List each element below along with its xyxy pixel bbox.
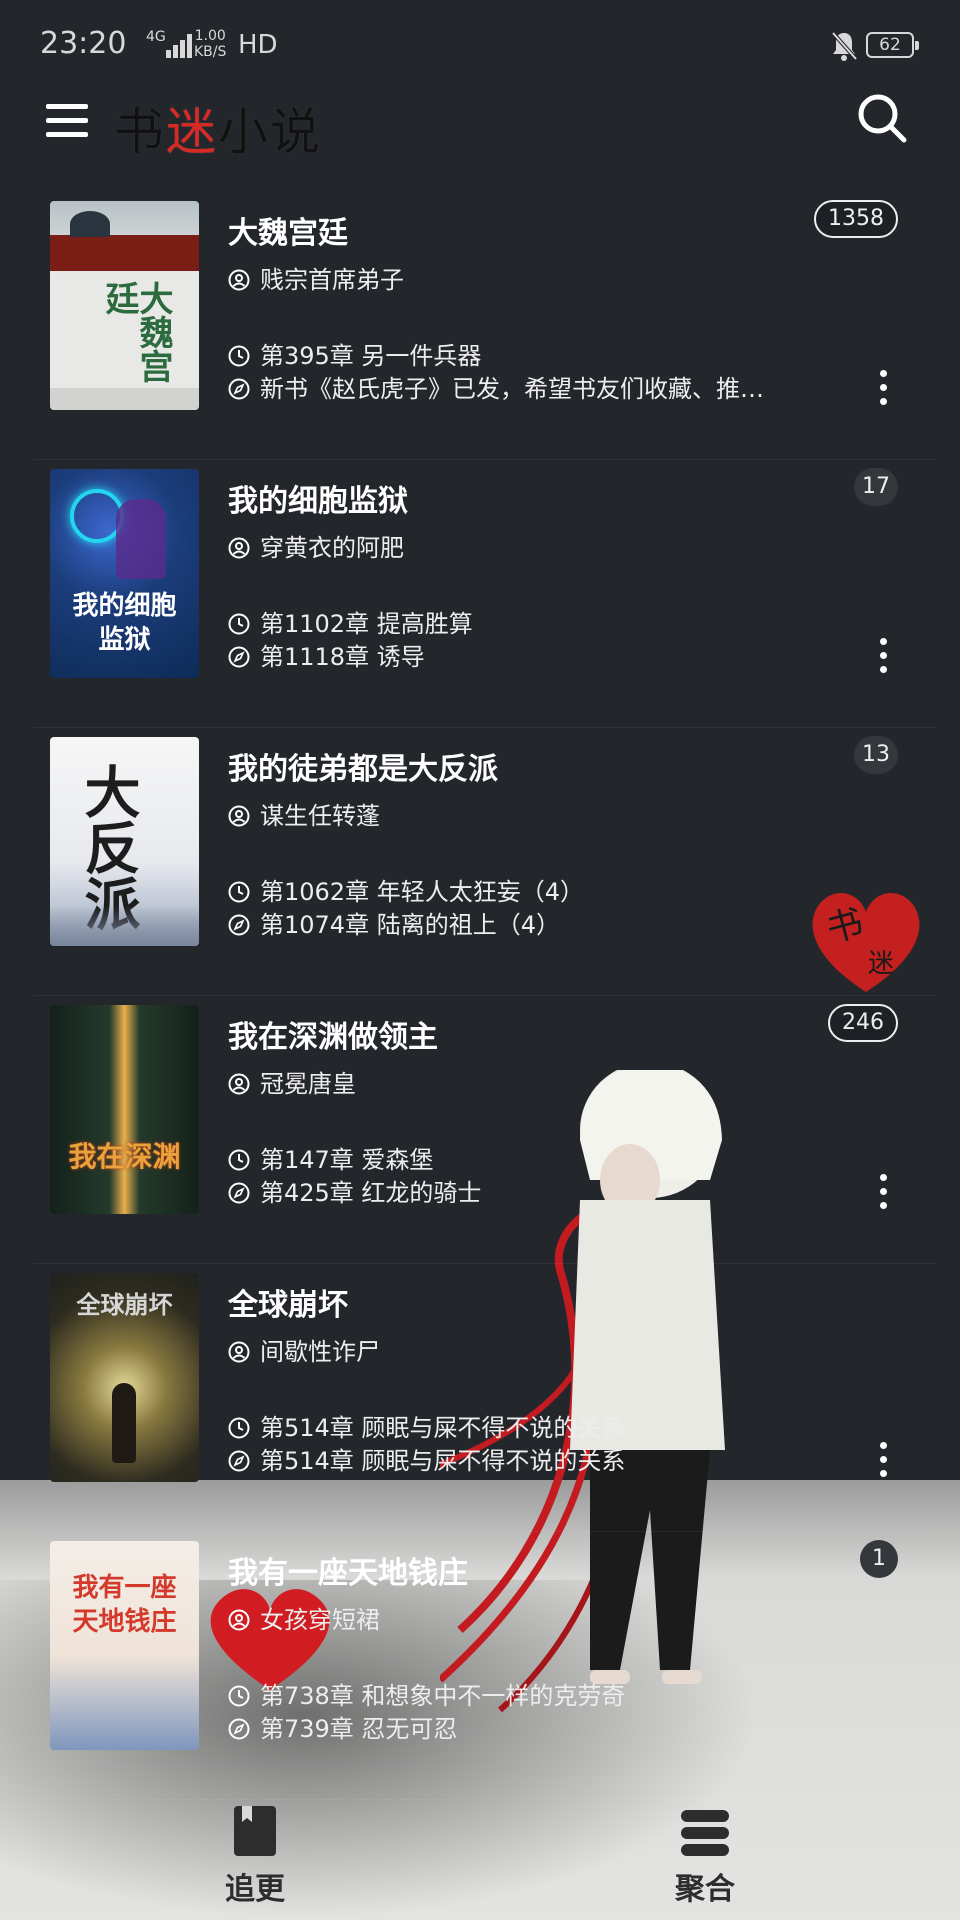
- book-item[interactable]: 我在深渊 我在深渊做领主 冠冕唐皇 第147章 爱森堡 第425章 红龙的骑士 …: [34, 996, 936, 1264]
- bookshelf-list: 大魏宫廷 大魏宫廷 贱宗首席弟子 第395章 另一件兵器 新书《赵氏虎子》已发，…: [0, 192, 960, 1800]
- network-speed: 1.00 KB/S: [194, 28, 227, 60]
- more-options-icon[interactable]: [880, 1174, 888, 1210]
- latest-chapter: 第147章 爱森堡: [228, 1140, 433, 1175]
- latest-chapter: 第395章 另一件兵器: [228, 336, 481, 371]
- unread-count-badge: 1358: [814, 200, 898, 238]
- unread-count-badge: 1: [860, 1540, 898, 1578]
- book-cover: 我的细胞监狱: [50, 469, 199, 678]
- user-icon: [228, 805, 250, 827]
- unread-count-badge: 246: [828, 1004, 898, 1042]
- book-item[interactable]: 全球崩坏 全球崩坏 间歇性诈尸 第514章 顾眠与屎不得不说的关系 第514章 …: [34, 1264, 936, 1532]
- clock-icon: [228, 1685, 250, 1707]
- book-title: 全球崩坏: [228, 1288, 348, 1323]
- book-author: 女孩穿短裙: [228, 1600, 380, 1635]
- nav-tab-updates[interactable]: 追更: [210, 1804, 300, 1908]
- compass-icon: [228, 1182, 250, 1204]
- clock-icon: [228, 881, 250, 903]
- clock-icon: [228, 1149, 250, 1171]
- latest-chapter: 第1062章 年轻人太狂妄（4）: [228, 872, 584, 907]
- book-title: 我的细胞监狱: [228, 484, 408, 519]
- hd-indicator: HD: [238, 30, 278, 60]
- book-cover: 我有一座天地钱庄: [50, 1541, 199, 1750]
- bookmark-book-icon: [234, 1806, 276, 1856]
- last-read-chapter: 新书《赵氏虎子》已发，希望书友们收藏、推…: [228, 369, 764, 404]
- last-read-chapter: 第425章 红龙的骑士: [228, 1173, 481, 1208]
- app-logo: 书迷小说: [114, 103, 322, 161]
- book-item[interactable]: 我的细胞监狱 我的细胞监狱 穿黄衣的阿肥 第1102章 提高胜算 第1118章 …: [34, 460, 936, 728]
- book-cover: 我在深渊: [50, 1005, 199, 1214]
- clock-icon: [228, 613, 250, 635]
- compass-icon: [228, 1450, 250, 1472]
- last-read-chapter: 第1074章 陆离的祖上（4）: [228, 905, 560, 940]
- last-read-chapter: 第1118章 诱导: [228, 637, 425, 672]
- clock-icon: [228, 345, 250, 367]
- book-title: 大魏宫廷: [228, 216, 348, 251]
- latest-chapter: 第738章 和想象中不一样的克劳奇: [228, 1676, 625, 1711]
- status-time: 23:20: [40, 26, 127, 61]
- signal-icon: [166, 34, 194, 58]
- book-cover: 全球崩坏: [50, 1273, 199, 1482]
- stack-layers-icon: [681, 1810, 729, 1856]
- unread-count-badge: 17: [854, 468, 898, 506]
- book-author: 贱宗首席弟子: [228, 260, 404, 295]
- search-icon[interactable]: [856, 92, 908, 144]
- book-cover: 大反派: [50, 737, 199, 946]
- battery-indicator: 62: [866, 32, 919, 58]
- hamburger-menu-icon[interactable]: [46, 100, 88, 142]
- latest-chapter: 第1102章 提高胜算: [228, 604, 473, 639]
- latest-chapter: 第514章 顾眠与屎不得不说的关系: [228, 1408, 625, 1443]
- user-icon: [228, 537, 250, 559]
- user-icon: [228, 1341, 250, 1363]
- more-options-icon[interactable]: [880, 638, 888, 674]
- book-author: 冠冕唐皇: [228, 1064, 356, 1099]
- book-title: 我的徒弟都是大反派: [228, 752, 498, 787]
- more-options-icon[interactable]: [880, 1442, 888, 1478]
- user-icon: [228, 269, 250, 291]
- book-cover: 大魏宫廷: [50, 201, 199, 410]
- compass-icon: [228, 378, 250, 400]
- nav-tab-aggregate[interactable]: 聚合: [660, 1808, 750, 1908]
- book-author: 穿黄衣的阿肥: [228, 528, 404, 563]
- book-item[interactable]: 大反派 我的徒弟都是大反派 谋生任转蓬 第1062章 年轻人太狂妄（4） 第10…: [34, 728, 936, 996]
- status-bar: 23:20 4G 1.00 KB/S HD 62: [0, 0, 960, 92]
- last-read-chapter: 第514章 顾眠与屎不得不说的关系: [228, 1441, 625, 1476]
- clock-icon: [228, 1417, 250, 1439]
- book-title: 我有一座天地钱庄: [228, 1556, 468, 1591]
- user-icon: [228, 1609, 250, 1631]
- book-title: 我在深渊做领主: [228, 1020, 438, 1055]
- bottom-navigation: 追更 聚合: [0, 1778, 960, 1920]
- app-header: 书迷小说: [0, 92, 960, 192]
- compass-icon: [228, 646, 250, 668]
- book-item[interactable]: 我有一座天地钱庄 我有一座天地钱庄 女孩穿短裙 第738章 和想象中不一样的克劳…: [34, 1532, 936, 1800]
- user-icon: [228, 1073, 250, 1095]
- book-author: 谋生任转蓬: [228, 796, 380, 831]
- more-options-icon[interactable]: [880, 370, 888, 406]
- book-author: 间歇性诈尸: [228, 1332, 380, 1367]
- bell-muted-icon: [831, 31, 858, 61]
- network-type: 4G: [146, 29, 166, 45]
- unread-count-badge: 13: [854, 736, 898, 774]
- compass-icon: [228, 914, 250, 936]
- last-read-chapter: 第739章 忍无可忍: [228, 1709, 457, 1744]
- compass-icon: [228, 1718, 250, 1740]
- book-item[interactable]: 大魏宫廷 大魏宫廷 贱宗首席弟子 第395章 另一件兵器 新书《赵氏虎子》已发，…: [34, 192, 936, 460]
